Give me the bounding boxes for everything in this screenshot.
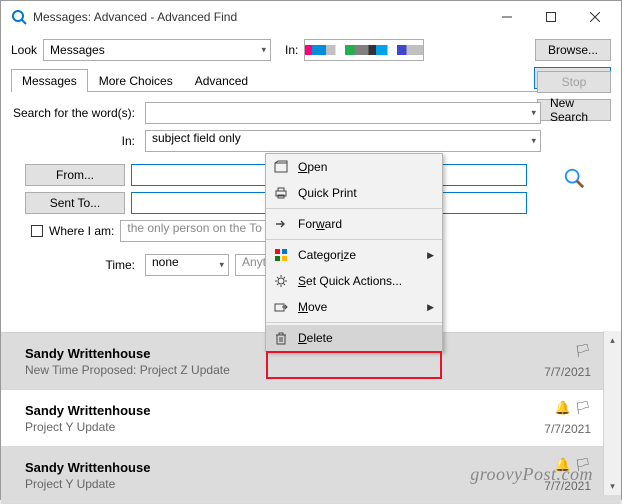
menu-quick-print-label: Quick Print — [298, 186, 357, 200]
chevron-down-icon: ▾ — [531, 108, 536, 119]
result-from: Sandy Writtenhouse — [25, 460, 150, 475]
result-from: Sandy Writtenhouse — [25, 346, 230, 361]
folder-color-strip — [305, 45, 423, 55]
menu-move[interactable]: Move ▶ — [266, 294, 442, 320]
title-bar: Messages: Advanced - Advanced Find — [1, 1, 621, 33]
advanced-find-window: Messages: Advanced - Advanced Find Look … — [0, 0, 622, 500]
scroll-down-button[interactable]: ▾ — [604, 477, 621, 495]
result-subject: New Time Proposed: Project Z Update — [25, 363, 230, 377]
menu-set-quick-actions[interactable]: Set Quick Actions... — [266, 268, 442, 294]
stop-button[interactable]: Stop — [537, 71, 611, 93]
time-label: Time: — [11, 258, 139, 272]
menu-categorize[interactable]: Categorize ▶ — [266, 242, 442, 268]
search-words-label: Search for the word(s): — [11, 106, 139, 120]
bell-flag-icons[interactable]: 🔔 🏳 — [555, 400, 591, 416]
gear-icon — [272, 274, 290, 288]
menu-quick-print[interactable]: Quick Print — [266, 180, 442, 206]
result-from: Sandy Writtenhouse — [25, 403, 150, 418]
print-icon — [272, 186, 290, 200]
menu-separator — [266, 208, 442, 209]
from-button[interactable]: From... — [25, 164, 125, 186]
context-menu: Open Quick Print Forward Categorize ▶ Se… — [265, 153, 443, 352]
tabs: Messages More Choices Advanced — [11, 68, 259, 91]
look-label: Look — [11, 43, 37, 57]
menu-forward[interactable]: Forward — [266, 211, 442, 237]
in-folder-indicator — [304, 39, 424, 61]
look-toolbar: Look Messages ▾ In: Browse... — [1, 33, 621, 67]
submenu-arrow-icon: ▶ — [427, 250, 434, 261]
in-field-label: In: — [11, 134, 139, 148]
tab-advanced[interactable]: Advanced — [184, 69, 259, 92]
chevron-down-icon: ▾ — [531, 136, 536, 147]
result-subject: Project Y Update — [25, 477, 150, 491]
results-scrollbar[interactable]: ▴ ▾ — [603, 331, 621, 495]
search-words-input[interactable]: ▾ — [145, 102, 541, 124]
result-date: 7/7/2021 — [544, 422, 591, 436]
forward-icon — [272, 217, 290, 231]
move-icon — [272, 300, 290, 314]
result-date: 7/7/2021 — [544, 365, 591, 379]
watermark: groovyPost.com — [470, 464, 593, 485]
tab-messages[interactable]: Messages — [11, 69, 88, 92]
delete-icon — [272, 331, 290, 345]
sent-to-button[interactable]: Sent To... — [25, 192, 125, 214]
result-item[interactable]: Sandy Writtenhouse Project Y Update 🔔 🏳 … — [1, 390, 621, 447]
categorize-icon — [272, 248, 290, 262]
in-label: In: — [285, 43, 298, 57]
chevron-down-icon: ▾ — [219, 260, 224, 271]
look-combo[interactable]: Messages ▾ — [43, 39, 271, 61]
window-buttons — [485, 2, 617, 32]
flag-icon[interactable]: 🏳 — [574, 343, 591, 359]
where-i-am-checkbox[interactable] — [31, 225, 43, 237]
submenu-arrow-icon: ▶ — [427, 302, 434, 313]
look-value: Messages — [50, 43, 105, 57]
result-subject: Project Y Update — [25, 420, 150, 434]
close-button[interactable] — [573, 2, 617, 32]
time-combo[interactable]: none ▾ — [145, 254, 229, 276]
chevron-down-icon: ▾ — [262, 45, 267, 56]
scroll-track[interactable] — [604, 349, 621, 477]
maximize-button[interactable] — [529, 2, 573, 32]
where-i-am-label: Where I am: — [49, 224, 114, 238]
minimize-button[interactable] — [485, 2, 529, 32]
menu-delete[interactable]: Delete — [266, 325, 442, 351]
app-icon — [11, 9, 27, 25]
menu-separator — [266, 322, 442, 323]
menu-separator — [266, 239, 442, 240]
scroll-up-button[interactable]: ▴ — [604, 331, 621, 349]
in-field-combo[interactable]: subject field only ▾ — [145, 130, 541, 152]
tab-more-choices[interactable]: More Choices — [88, 69, 184, 92]
menu-open[interactable]: Open — [266, 154, 442, 180]
open-icon — [272, 160, 290, 174]
window-title: Messages: Advanced - Advanced Find — [33, 10, 485, 24]
